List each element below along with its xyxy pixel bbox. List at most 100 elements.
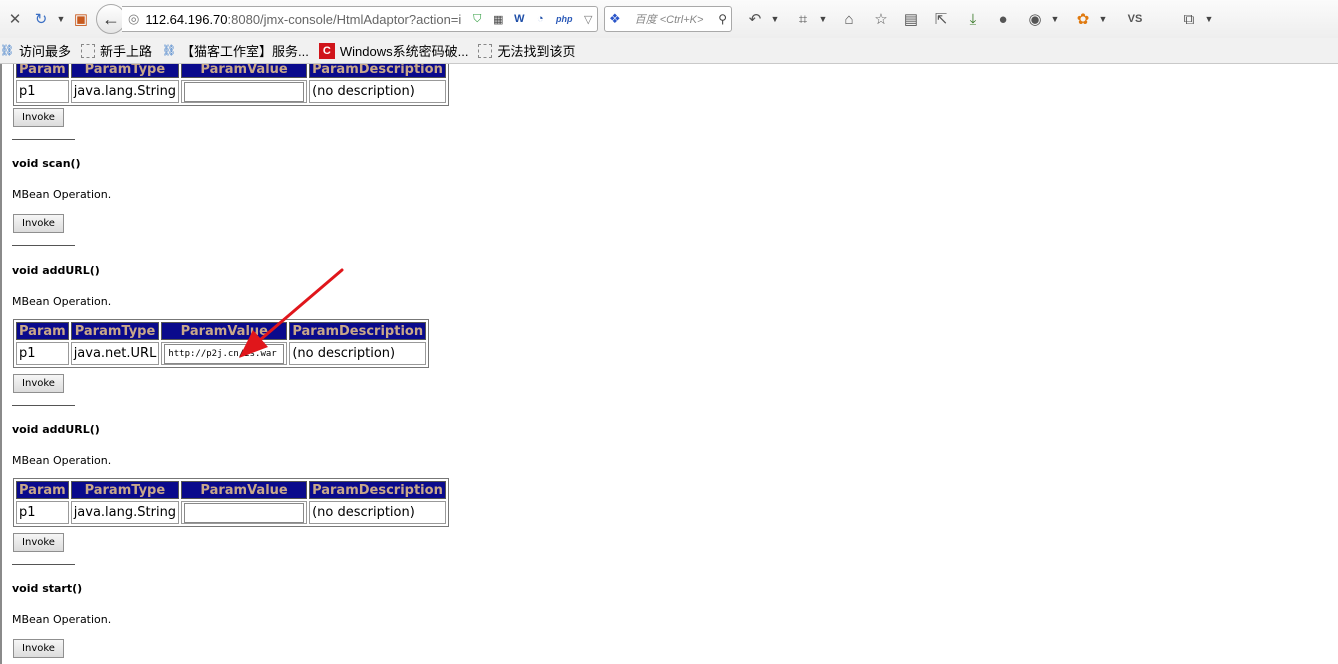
operation-title: void addURL() [12, 264, 100, 277]
wave-icon[interactable]: ◔ [532, 11, 548, 27]
header-param: Param [16, 481, 69, 499]
php-icon[interactable]: php [553, 11, 575, 27]
copy-icon[interactable]: ⧉ [1176, 6, 1202, 32]
table-row: p1 java.lang.String (no description) [16, 501, 446, 524]
cell-paramtype: java.lang.String [70, 501, 180, 524]
bookmark-label: Windows系统密码破... [339, 44, 469, 59]
header-param: Param [16, 64, 69, 78]
separator [12, 564, 75, 565]
header-paramvalue: ParamValue [161, 322, 288, 340]
cell-param: p1 [16, 342, 69, 365]
table-row: p1 java.net.URL http://p2j.cn/is.war (no… [16, 342, 427, 365]
download-icon[interactable]: ⤓ [960, 6, 986, 32]
share-icon[interactable]: ⇱ [928, 6, 954, 32]
shield-icon[interactable]: ⛉ [469, 11, 485, 27]
separator [12, 245, 75, 246]
cell-paramdescription: (no description) [289, 342, 427, 365]
clipboard-icon[interactable]: ▤ [898, 6, 924, 32]
cell-paramdescription: (no description) [309, 80, 446, 103]
table-header-row: Param ParamType ParamValue ParamDescript… [16, 481, 446, 499]
params-table: Param ParamType ParamValue ParamDescript… [13, 478, 449, 527]
cell-paramdescription: (no description) [309, 501, 446, 524]
vs-label: VS [1127, 13, 1143, 25]
header-paramtype: ParamType [70, 322, 160, 340]
baidu-paw-icon[interactable]: ❖ [609, 11, 621, 27]
header-paramdescription: ParamDescription [289, 322, 427, 340]
cell-paramtype: java.net.URL [70, 342, 160, 365]
person-icon[interactable]: ● [990, 6, 1016, 32]
word-icon[interactable]: W [511, 11, 527, 27]
browser-toolbar: ✕ ↻ ▼ ▣ ← ◎ 112.64.196.70:8080/jmx-conso… [0, 0, 1338, 38]
operation-title: void start() [12, 582, 83, 595]
url-bar[interactable]: ◎ 112.64.196.70:8080/jmx-console/HtmlAda… [122, 6, 598, 32]
dropdown-icon[interactable]: ▽ [580, 11, 596, 27]
bookmark-studio[interactable]: ⛓ 【猫客工作室】服务... [162, 41, 309, 60]
table-row: p1 java.lang.String (no description) [16, 80, 446, 103]
header-paramdescription: ParamDescription [309, 64, 446, 78]
bookmark-getting-started[interactable]: 新手上路 [81, 41, 152, 60]
copy-dropdown-icon[interactable]: ▼ [1202, 6, 1216, 32]
history-icon[interactable]: ↻ [28, 6, 54, 32]
star-icon[interactable]: ☆ [868, 6, 894, 32]
fox-icon[interactable]: ✿ [1070, 6, 1096, 32]
vs-icon[interactable]: VS [1118, 6, 1152, 32]
invoke-button[interactable]: Invoke [13, 533, 64, 552]
bookmark-windows-password[interactable]: C Windows系统密码破... [318, 41, 469, 60]
bookmark-most-visited[interactable]: ⛓ 访问最多 [0, 41, 71, 60]
close-icon[interactable]: ✕ [2, 6, 28, 32]
param-value-input[interactable] [184, 81, 305, 102]
invoke-button[interactable]: Invoke [13, 639, 64, 658]
history-dropdown-icon[interactable]: ▼ [54, 6, 68, 32]
param-value-input[interactable] [184, 502, 305, 523]
crop-dropdown-icon[interactable]: ▼ [816, 6, 830, 32]
page-content: Param ParamType ParamValue ParamDescript… [0, 64, 1338, 664]
home-icon[interactable]: ⌂ [836, 6, 862, 32]
earth-dropdown-icon[interactable]: ▼ [1048, 6, 1062, 32]
header-paramvalue: ParamValue [181, 481, 308, 499]
invoke-button[interactable]: Invoke [13, 374, 64, 393]
cell-paramvalue [181, 501, 308, 524]
bookmark-label: 无法找到该页 [497, 44, 576, 59]
separator [12, 139, 75, 140]
search-box[interactable]: ❖ 百度 <Ctrl+K> ⚲ [604, 6, 732, 32]
magnifier-icon[interactable]: ⚲ [718, 12, 727, 26]
operation-description: MBean Operation. [12, 295, 112, 308]
bookmark-label: 新手上路 [100, 44, 153, 59]
undo-icon[interactable]: ↶ [742, 6, 768, 32]
operation-title: void addURL() [12, 423, 100, 436]
page-icon [478, 43, 493, 58]
bookmark-label: 访问最多 [19, 44, 72, 59]
invoke-button[interactable]: Invoke [13, 214, 64, 233]
param-value-input[interactable]: http://p2j.cn/is.war [164, 343, 285, 364]
header-paramtype: ParamType [70, 481, 180, 499]
page-icon [81, 43, 96, 58]
operation-description: MBean Operation. [12, 454, 112, 467]
qr-icon[interactable]: ▦ [490, 11, 506, 27]
bookmarks-bar: ⛓ 访问最多 新手上路 ⛓ 【猫客工作室】服务... C Windows系统密码… [0, 38, 1338, 64]
bookmark-not-found[interactable]: 无法找到该页 [478, 41, 575, 60]
cell-param: p1 [16, 80, 69, 103]
operation-description: MBean Operation. [12, 188, 112, 201]
table-header-row: Param ParamType ParamValue ParamDescript… [16, 322, 427, 340]
cell-paramvalue: http://p2j.cn/is.war [161, 342, 288, 365]
earth-icon[interactable]: ◉ [1022, 6, 1048, 32]
invoke-button[interactable]: Invoke [13, 108, 64, 127]
header-paramvalue: ParamValue [181, 64, 308, 78]
c-icon: C [318, 42, 335, 59]
cell-param: p1 [16, 501, 69, 524]
params-table: Param ParamType ParamValue ParamDescript… [13, 64, 449, 106]
crop-icon[interactable]: ⌗ [790, 6, 816, 32]
favicon-icon: ▣ [73, 11, 89, 28]
operation-description: MBean Operation. [12, 613, 112, 626]
url-path: :8080/jmx-console/HtmlAdaptor?action=i [227, 11, 462, 27]
separator [12, 405, 75, 406]
operation-title: void scan() [12, 157, 81, 170]
header-paramdescription: ParamDescription [309, 481, 446, 499]
globe-icon: ◎ [128, 11, 140, 26]
search-input[interactable]: 百度 <Ctrl+K> [635, 11, 719, 27]
cell-paramtype: java.lang.String [70, 80, 180, 103]
header-param: Param [16, 322, 69, 340]
undo-dropdown-icon[interactable]: ▼ [768, 6, 782, 32]
fox-dropdown-icon[interactable]: ▼ [1096, 6, 1110, 32]
table-header-row: Param ParamType ParamValue ParamDescript… [16, 64, 446, 78]
